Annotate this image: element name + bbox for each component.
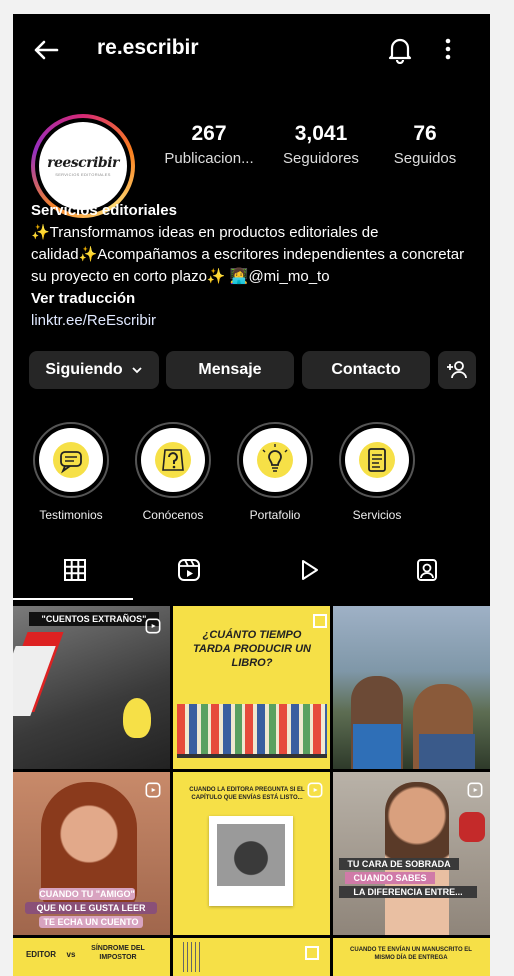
post-tile-3[interactable] <box>333 606 490 769</box>
post-caption: "CUENTOS EXTRAÑOS" <box>29 612 159 626</box>
reel-icon <box>467 782 483 798</box>
figure-illustration <box>123 698 151 738</box>
profile-username: re.escribir <box>97 36 199 59</box>
active-tab-indicator <box>13 598 133 600</box>
post-caption: ¿CUÁNTO TIEMPO TARDA PRODUCIR UN LIBRO? <box>193 629 311 669</box>
back-arrow-icon[interactable] <box>33 40 59 60</box>
reel-icon <box>145 618 161 634</box>
following-button[interactable]: Siguiendo <box>29 351 159 389</box>
photo-frame <box>209 816 293 906</box>
more-options-icon[interactable] <box>445 38 451 60</box>
post-tile-7[interactable]: EDITOR vs SÍNDROME DEL IMPOSTOR <box>13 938 170 976</box>
posts-count[interactable]: 267 Publicacion... <box>153 122 265 167</box>
instagram-profile-screen: re.escribir reescribir SERVICIOS EDITORI… <box>13 14 490 976</box>
post-tile-9[interactable]: CUANDO TE ENVÍAN UN MANUSCRITO EL MISMO … <box>333 938 490 976</box>
lightbulb-icon <box>257 442 293 478</box>
add-user-icon <box>447 361 467 379</box>
post-tile-5[interactable]: CUANDO LA EDITORA PREGUNTA SI EL CAPÍTUL… <box>173 772 330 935</box>
highlight-portafolio[interactable]: Portafolio <box>235 422 315 522</box>
brand-logo: reescribir SERVICIOS EDITORIALES <box>39 122 127 210</box>
post-tile-1[interactable]: "CUENTOS EXTRAÑOS" <box>13 606 170 769</box>
top-bar: re.escribir <box>13 14 490 84</box>
chevron-down-icon <box>132 367 142 374</box>
tagged-icon[interactable] <box>415 558 439 582</box>
suggested-users-button[interactable] <box>438 351 476 389</box>
reel-icon <box>145 782 161 798</box>
notification-bell-icon[interactable] <box>388 36 412 64</box>
reels-icon[interactable] <box>177 558 201 582</box>
bio-text: ✨Transformamos ideas en productos editor… <box>31 224 465 285</box>
message-button[interactable]: Mensaje <box>166 351 294 389</box>
post-tile-6[interactable]: TU CARA DE SOBRADA CUANDO SABES LA DIFER… <box>333 772 490 935</box>
play-icon[interactable] <box>297 558 321 582</box>
post-tile-4[interactable]: CUANDO TU "AMIGO" QUE NO LE GUSTA LEER T… <box>13 772 170 935</box>
followers-count[interactable]: 3,041 Seguidores <box>265 122 377 167</box>
question-mark-icon <box>155 442 191 478</box>
bio-website-link[interactable]: linktr.ee/ReEscribir <box>31 310 471 332</box>
highlight-conocenos[interactable]: Conócenos <box>133 422 213 522</box>
grid-icon[interactable] <box>63 558 87 582</box>
checklist-icon <box>359 442 395 478</box>
books-illustration <box>177 704 327 758</box>
chat-bubble-icon <box>53 442 89 478</box>
following-count[interactable]: 76 Seguidos <box>385 122 465 167</box>
bio-category: Servicios editoriales <box>31 202 177 219</box>
highlight-servicios[interactable]: Servicios <box>337 422 417 522</box>
highlight-testimonios[interactable]: Testimonios <box>31 422 111 522</box>
post-tile-2[interactable]: ¿CUÁNTO TIEMPO TARDA PRODUCIR UN LIBRO? <box>173 606 330 769</box>
see-translation-link[interactable]: Ver traducción <box>31 288 471 310</box>
post-tile-8[interactable] <box>173 938 330 976</box>
reel-icon <box>307 782 323 798</box>
contact-button[interactable]: Contacto <box>302 351 430 389</box>
post-caption: CUANDO LA EDITORA PREGUNTA SI EL CAPÍTUL… <box>189 787 305 801</box>
profile-bio: Servicios editoriales ✨Transformamos ide… <box>31 200 471 332</box>
